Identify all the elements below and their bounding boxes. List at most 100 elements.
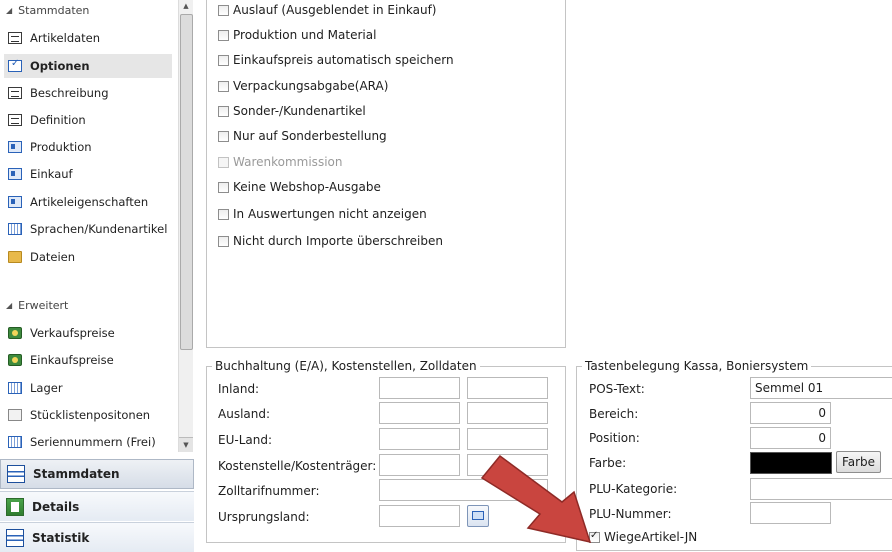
ausland-cost-field[interactable] bbox=[467, 402, 548, 424]
sidebar-scrollbar[interactable]: ▲ ▼ bbox=[178, 0, 193, 452]
scrollbar-thumb[interactable] bbox=[180, 14, 193, 350]
sidebar-item-seriennummern[interactable]: Seriennummern (Frei) bbox=[4, 430, 172, 454]
ursprungsland-field[interactable] bbox=[379, 505, 460, 527]
checkbox[interactable] bbox=[589, 530, 600, 543]
checkbox-label: Produktion und Material bbox=[233, 28, 377, 42]
sidebar-item-label: Optionen bbox=[30, 59, 90, 73]
checkbox[interactable] bbox=[218, 105, 229, 117]
sidebar-item-dateien[interactable]: Dateien bbox=[4, 245, 172, 269]
sidebar-item-label: Verkaufspreise bbox=[30, 326, 115, 340]
checkbox[interactable] bbox=[218, 29, 229, 41]
sidebar-item-label: Beschreibung bbox=[30, 86, 109, 100]
checkbox-keine-webshop[interactable]: Keine Webshop-Ausgabe bbox=[218, 180, 381, 194]
farbe-button[interactable]: Farbe bbox=[836, 451, 881, 473]
sidebar-item-label: Produktion bbox=[30, 140, 92, 154]
checkbox-label: Auslauf (Ausgeblendet in Einkauf) bbox=[233, 3, 437, 17]
details-icon bbox=[6, 497, 24, 516]
ausland-account-field[interactable] bbox=[379, 402, 460, 424]
collapse-triangle-icon[interactable]: ◢ bbox=[6, 6, 12, 15]
checkbox-label: Keine Webshop-Ausgabe bbox=[233, 180, 381, 194]
nav-statistik[interactable]: Statistik bbox=[0, 522, 194, 552]
nav-label: Details bbox=[32, 499, 80, 514]
color-swatch[interactable] bbox=[750, 452, 832, 474]
checkbox[interactable] bbox=[218, 208, 229, 220]
checkbox bbox=[218, 156, 229, 168]
checkbox-label: Sonder-/Kundenartikel bbox=[233, 104, 366, 118]
section-erweitert[interactable]: ◢ Erweitert bbox=[6, 299, 68, 312]
checkbox[interactable] bbox=[218, 130, 229, 142]
label-position: Position: bbox=[589, 431, 640, 445]
checkbox[interactable] bbox=[218, 181, 229, 193]
checkbox-einkaufspreis-speichern[interactable]: Einkaufspreis automatisch speichern bbox=[218, 53, 454, 67]
sidebar-item-label: Definition bbox=[30, 113, 86, 127]
document-icon bbox=[8, 32, 22, 44]
checkbox-label: Verpackungsabgabe(ARA) bbox=[233, 79, 389, 93]
kostentraeger-field[interactable] bbox=[467, 454, 548, 476]
pos-text-field[interactable]: Semmel 01 bbox=[750, 377, 892, 399]
nav-label: Statistik bbox=[32, 530, 90, 545]
sidebar-item-label: Lager bbox=[30, 381, 63, 395]
checkbox-produktion-material[interactable]: Produktion und Material bbox=[218, 28, 376, 42]
scroll-up-icon[interactable]: ▲ bbox=[179, 0, 193, 12]
sidebar-item-produktion[interactable]: Produktion bbox=[4, 135, 172, 159]
bereich-field[interactable]: 0 bbox=[750, 402, 831, 424]
accounting-group-title: Buchhaltung (E/A), Kostenstellen, Zollda… bbox=[212, 359, 480, 373]
checkbox-verpackungsabgabe[interactable]: Verpackungsabgabe(ARA) bbox=[218, 79, 388, 93]
checkbox-auslauf[interactable]: Auslauf (Ausgeblendet in Einkauf) bbox=[218, 3, 436, 17]
sidebar-item-label: Seriennummern (Frei) bbox=[30, 435, 156, 449]
label-plu-nummer: PLU-Nummer: bbox=[589, 507, 672, 521]
sidebar-item-einkaufspreise[interactable]: Einkaufspreise bbox=[4, 348, 172, 372]
position-field[interactable]: 0 bbox=[750, 427, 831, 449]
sidebar-item-einkauf[interactable]: Einkauf bbox=[4, 162, 172, 186]
inland-account-field[interactable] bbox=[379, 377, 460, 399]
checkbox-sonderbestellung[interactable]: Nur auf Sonderbestellung bbox=[218, 129, 387, 143]
sidebar-item-stuecklistenpositionen[interactable]: Stücklistenpositonen bbox=[4, 403, 172, 427]
country-picker-button[interactable] bbox=[467, 505, 489, 527]
eu-land-cost-field[interactable] bbox=[467, 428, 548, 450]
sidebar-item-optionen[interactable]: Optionen bbox=[4, 54, 172, 78]
zolltarifnummer-field[interactable] bbox=[379, 479, 548, 501]
label-plu-kategorie: PLU-Kategorie: bbox=[589, 482, 678, 496]
sidebar-item-sprachen-kundenartikel[interactable]: Sprachen/Kundenartikel bbox=[4, 217, 172, 241]
scroll-down-icon[interactable]: ▼ bbox=[179, 437, 193, 452]
checkbox-wiegeartikel[interactable]: WiegeArtikel-JN bbox=[589, 530, 697, 544]
pos-group-title: Tastenbelegung Kassa, Boniersystem bbox=[582, 359, 812, 373]
sidebar-item-artikeleigenschaften[interactable]: Artikeleigenschaften bbox=[4, 190, 172, 214]
checkbox[interactable] bbox=[218, 235, 229, 247]
checkbox-label: Nur auf Sonderbestellung bbox=[233, 129, 387, 143]
sidebar-item-label: Artikeleigenschaften bbox=[30, 195, 149, 209]
collapse-triangle-icon[interactable]: ◢ bbox=[6, 301, 12, 310]
section-stammdaten[interactable]: ◢ Stammdaten bbox=[6, 4, 89, 17]
nav-stammdaten[interactable]: Stammdaten bbox=[0, 459, 194, 489]
nav-label: Stammdaten bbox=[33, 467, 120, 481]
sidebar-item-artikeldaten[interactable]: Artikeldaten bbox=[4, 26, 172, 50]
label-kostenstelle: Kostenstelle/Kostenträger: bbox=[218, 459, 377, 473]
sidebar-item-verkaufspreise[interactable]: Verkaufspreise bbox=[4, 321, 172, 345]
sidebar: ◢ Stammdaten Artikeldaten Optionen Besch… bbox=[0, 0, 194, 552]
table-icon bbox=[8, 382, 22, 394]
plu-nummer-field[interactable] bbox=[750, 502, 831, 524]
sidebar-item-beschreibung[interactable]: Beschreibung bbox=[4, 81, 172, 105]
checkbox-label: Nicht durch Importe überschreiben bbox=[233, 234, 443, 248]
nav-details[interactable]: Details bbox=[0, 491, 194, 521]
money-icon bbox=[8, 354, 22, 366]
checklist-icon bbox=[8, 58, 22, 72]
label-zolltarifnummer: Zolltarifnummer: bbox=[218, 484, 320, 498]
checkbox[interactable] bbox=[218, 80, 229, 92]
card-icon bbox=[8, 168, 22, 180]
inland-cost-field[interactable] bbox=[467, 377, 548, 399]
sidebar-item-definition[interactable]: Definition bbox=[4, 108, 172, 132]
kostenstelle-field[interactable] bbox=[379, 454, 460, 476]
section-label: Erweitert bbox=[18, 299, 69, 312]
checkbox-sonder-kundenartikel[interactable]: Sonder-/Kundenartikel bbox=[218, 104, 366, 118]
checkbox[interactable] bbox=[218, 54, 229, 66]
plu-kategorie-field[interactable] bbox=[750, 478, 892, 500]
card-icon bbox=[8, 141, 22, 153]
statistics-icon bbox=[6, 528, 24, 547]
checkbox-importe[interactable]: Nicht durch Importe überschreiben bbox=[218, 234, 443, 248]
sidebar-item-label: Stücklistenpositonen bbox=[30, 408, 151, 422]
sidebar-item-lager[interactable]: Lager bbox=[4, 376, 172, 400]
checkbox-auswertungen[interactable]: In Auswertungen nicht anzeigen bbox=[218, 207, 427, 221]
checkbox[interactable] bbox=[218, 4, 229, 16]
eu-land-account-field[interactable] bbox=[379, 428, 460, 450]
